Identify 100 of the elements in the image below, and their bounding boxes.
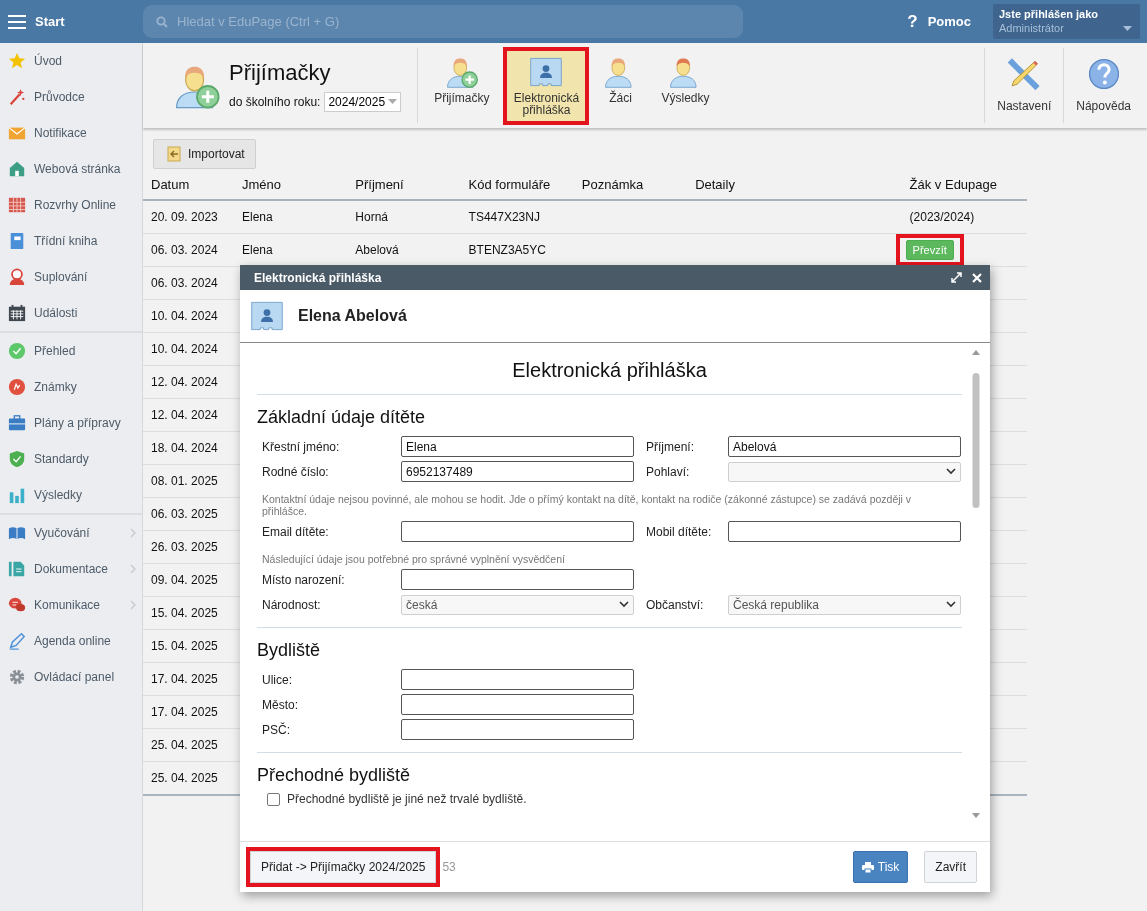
text-field[interactable]: Elena (401, 436, 634, 457)
field-label: Email dítěte: (262, 524, 330, 539)
text-field[interactable] (401, 521, 634, 542)
close-button[interactable]: Zavřít (924, 851, 977, 883)
table-cell: (2023/2024) (909, 210, 975, 224)
envelope-icon (8, 124, 26, 142)
checkbox[interactable] (267, 792, 280, 806)
text-field[interactable] (728, 521, 961, 542)
dialog-title: Elektronická přihláška (254, 270, 382, 285)
year-label: do školního roku: (229, 94, 321, 109)
field-label: Město: (262, 697, 299, 712)
form-title: Elektronická přihláška (257, 359, 962, 395)
sidebar-item[interactable]: Dokumentace (0, 551, 142, 587)
sidebar-item[interactable]: Události (0, 295, 142, 331)
expand-icon[interactable] (951, 272, 962, 283)
ribbon-tab[interactable]: Přijímačky (428, 50, 496, 121)
user-menu[interactable]: Jste přihlášen jako Administrátor (993, 4, 1140, 39)
sidebar-item[interactable]: Známky (0, 369, 142, 405)
sidebar-item[interactable]: Rozvrhy Online (0, 187, 142, 223)
section-heading: Bydliště (257, 640, 322, 661)
counter-text: 53 (442, 860, 456, 874)
add-button[interactable]: Přidat -> Přijímačky 2024/2025 (250, 851, 437, 883)
field-label: PSČ: (262, 722, 291, 737)
table-cell: Elena (242, 243, 273, 257)
sidebar-item[interactable]: Výsledky (0, 477, 142, 513)
sidebar-item[interactable]: Webová stránka (0, 151, 142, 187)
hint-text: Kontaktní údaje nejsou povinné, ale mohou se hodit. Jde o přímý kontakt na dítě, kontakt na rodiče (zákonné zástupce) se zadává později v přihlášce. (262, 493, 913, 517)
column-header[interactable]: Příjmení (355, 176, 404, 192)
table-cell: 06. 03. 2025 (151, 507, 218, 521)
select-field[interactable] (728, 461, 961, 482)
applicant-name: Elena Abelová (298, 307, 407, 325)
column-header[interactable]: Žák v Edupage (909, 176, 997, 192)
document-icon (8, 560, 26, 578)
sidebar-item[interactable]: Úvod (0, 43, 142, 79)
chevron-down-icon (619, 601, 629, 608)
text-field[interactable] (401, 669, 634, 690)
field-label: Místo narození: (262, 572, 346, 587)
column-header[interactable]: Poznámka (581, 176, 644, 192)
sidebar-item[interactable]: Přehled (0, 333, 142, 369)
sidebar-item[interactable]: Agenda online (0, 623, 142, 659)
briefcase-icon (8, 414, 26, 432)
text-field[interactable] (401, 694, 634, 715)
chevron-icon (130, 564, 136, 574)
table-cell: 10. 04. 2024 (151, 342, 218, 356)
sidebar-item[interactable]: Suplování (0, 259, 142, 295)
column-header[interactable]: Detaily (695, 176, 735, 192)
ribbon-tab[interactable]: Výsledky (655, 50, 716, 121)
select-field[interactable]: česká (401, 594, 634, 615)
year-select[interactable]: 2024/2025 (324, 91, 402, 112)
sidebar-item[interactable]: Třídní kniha (0, 223, 142, 259)
house-icon (8, 160, 26, 178)
notebook-icon (8, 232, 26, 250)
print-button[interactable]: Tisk (852, 851, 909, 883)
table-cell: 17. 04. 2025 (151, 705, 218, 719)
help-icon[interactable]: ? (907, 11, 918, 32)
field-label: Příjmení: (646, 439, 695, 454)
toolbar-button[interactable]: Nastavení (991, 50, 1058, 121)
chevron-icon (130, 528, 136, 538)
field-label: Pohlaví: (646, 464, 691, 479)
column-header[interactable]: Datum (151, 176, 190, 192)
import-icon (166, 146, 182, 162)
column-header[interactable]: Kód formuláře (468, 176, 551, 192)
text-field[interactable]: 6952137489 (401, 461, 634, 482)
person-icon (8, 268, 26, 286)
sidebar-item[interactable]: Plány a přípravy (0, 405, 142, 441)
close-icon[interactable] (972, 272, 982, 283)
help-link[interactable]: Pomoc (927, 14, 971, 29)
start-label[interactable]: Start (35, 14, 65, 29)
import-button[interactable]: Importovat (153, 139, 256, 169)
text-field[interactable] (401, 569, 634, 590)
table-cell: 06. 03. 2024 (151, 276, 218, 290)
sidebar-item[interactable]: Průvodce (0, 79, 142, 115)
sidebar-item[interactable]: Notifikace (0, 115, 142, 151)
ribbon-tab[interactable]: Elektronická přihláška (507, 50, 586, 121)
sidebar-item[interactable]: Standardy (0, 441, 142, 477)
text-field[interactable]: Abelová (728, 436, 961, 457)
pen-icon (8, 632, 26, 650)
toolbar-button[interactable]: Nápověda (1070, 50, 1137, 121)
timetable-icon (8, 196, 26, 214)
table-cell: 12. 04. 2024 (151, 408, 218, 422)
section-heading: Základní údaje dítěte (257, 407, 427, 428)
ribbon-tab[interactable]: Žáci (597, 50, 644, 121)
table-cell: Abelová (355, 243, 399, 257)
sidebar-item[interactable]: Komunikace (0, 587, 142, 623)
section-heading: Přechodné bydliště (257, 765, 412, 786)
table-cell: 09. 04. 2025 (151, 573, 218, 587)
column-header[interactable]: Jméno (242, 176, 282, 192)
field-label: Křestní jméno: (262, 439, 341, 454)
select-field[interactable]: Česká republika (728, 594, 961, 615)
menu-icon[interactable] (8, 14, 26, 29)
id-card-icon (250, 299, 284, 333)
chat-icon (8, 596, 26, 614)
sidebar-item[interactable]: Vyučování (0, 515, 142, 551)
table-cell: 26. 03. 2025 (151, 540, 218, 554)
text-field[interactable] (401, 719, 634, 740)
checkbox-label: Přechodné bydliště je jiné než trvalé bydliště. (287, 792, 527, 806)
table-cell: 06. 03. 2024 (151, 243, 218, 257)
sidebar-item[interactable]: Ovládací panel (0, 659, 142, 695)
gear-icon (8, 668, 26, 686)
bar-chart-icon (8, 486, 26, 504)
